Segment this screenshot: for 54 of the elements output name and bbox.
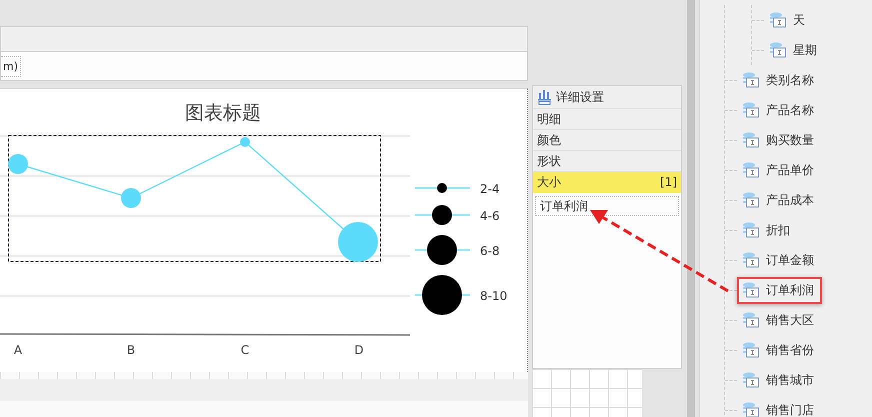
scrollbar[interactable] [687, 0, 695, 417]
setting-row[interactable]: 颜色 [533, 130, 681, 151]
tree-item[interactable]: 订单利润 [737, 276, 822, 304]
legend-label: 8-10 [480, 289, 508, 303]
setting-row[interactable]: 形状 [533, 151, 681, 172]
legend-label: 2-4 [480, 182, 500, 196]
legend-symbol [415, 235, 470, 265]
data-point [8, 154, 28, 174]
tree-item[interactable]: 销售城市 [737, 366, 822, 394]
field-icon [742, 372, 760, 388]
field-icon [742, 312, 760, 328]
panel-title: 详细设置 [556, 88, 604, 106]
axis-label: A [14, 343, 22, 357]
field-icon [742, 162, 760, 178]
field-icon [742, 72, 760, 88]
tree-item[interactable]: 产品名称 [737, 96, 822, 124]
field-icon [742, 342, 760, 358]
legend-label: 6-8 [480, 244, 500, 258]
legend-symbol [415, 205, 470, 225]
legend-label: 4-6 [480, 209, 500, 223]
field-icon [769, 12, 787, 28]
count-label: [1] [660, 175, 677, 189]
toolbar-item[interactable]: m) [1, 56, 22, 76]
data-point [240, 137, 250, 147]
field-icon [742, 102, 760, 118]
axis-label: C [240, 343, 250, 357]
tree-item[interactable]: 类别名称 [737, 66, 822, 94]
field-icon [742, 132, 760, 148]
tree-item[interactable]: 产品成本 [737, 186, 822, 214]
setting-row[interactable]: 明细 [533, 109, 681, 130]
tree-item[interactable]: 销售门店 [737, 396, 822, 417]
tree-item[interactable]: 销售大区 [737, 306, 822, 334]
chart-title: 图表标题 [185, 102, 261, 124]
tree-item[interactable]: 产品单价 [737, 156, 822, 184]
tree-item[interactable]: 销售省份 [737, 336, 822, 364]
field-icon [769, 42, 787, 58]
tree-item[interactable]: 星期 [764, 36, 825, 64]
field-icon [742, 282, 760, 298]
field-icon [742, 402, 760, 417]
field-icon [742, 252, 760, 268]
data-point [121, 188, 141, 208]
legend-symbol [415, 275, 470, 315]
axis-label: B [126, 343, 136, 357]
setting-row[interactable]: 大小 [1] [533, 172, 681, 193]
tree-item[interactable]: 订单金额 [737, 246, 822, 274]
field-icon [742, 192, 760, 208]
axis-label: D [354, 343, 364, 357]
tree-item[interactable]: 购买数量 [737, 126, 822, 154]
tree-item[interactable]: 折扣 [737, 216, 798, 244]
field-icon [742, 222, 760, 238]
chart-settings-icon [538, 90, 552, 104]
data-point [338, 222, 378, 262]
tree-item[interactable]: 天 [764, 6, 813, 34]
legend-symbol [415, 183, 470, 193]
